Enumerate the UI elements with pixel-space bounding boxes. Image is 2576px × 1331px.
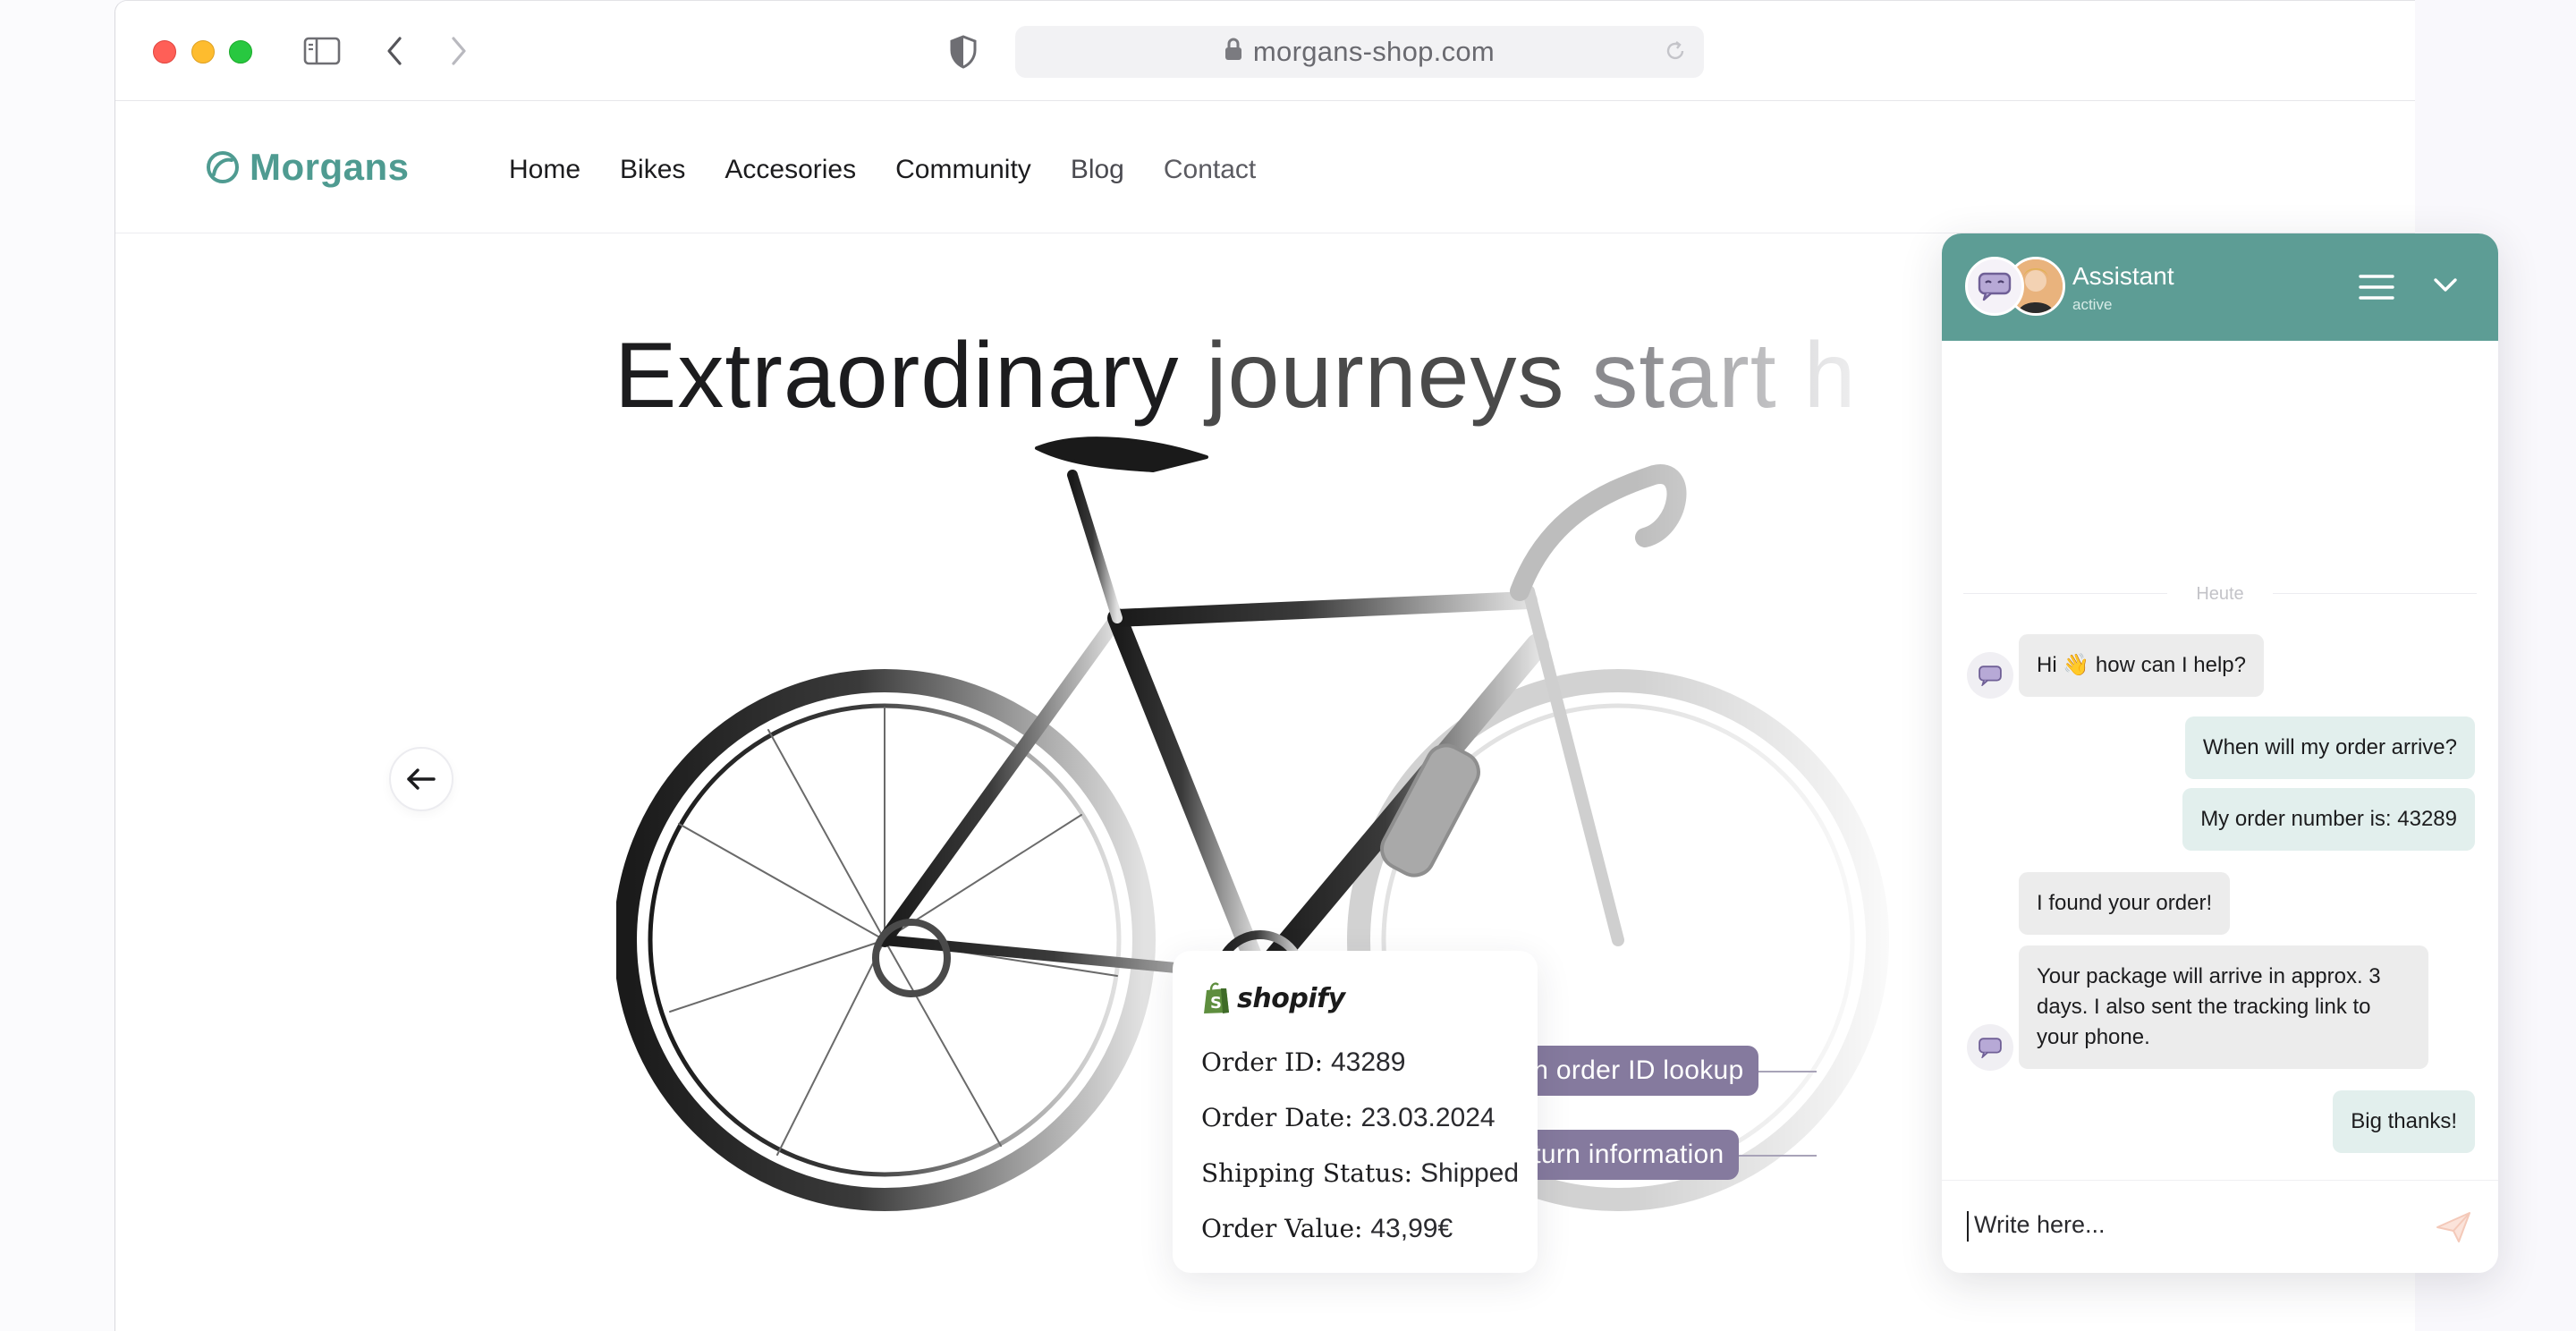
nav-community[interactable]: Community: [895, 155, 1031, 185]
order-id-label: Order ID:: [1201, 1047, 1324, 1077]
chat-bot-icon: [1979, 1038, 2002, 1058]
browser-window: morgans-shop.com Morgans Home Bikes Acce…: [114, 0, 2498, 1331]
carousel-prev-button[interactable]: [389, 747, 453, 811]
chevron-right-icon[interactable]: [448, 31, 470, 71]
svg-text:S: S: [1210, 994, 1222, 1013]
chat-input[interactable]: Write here...: [1974, 1211, 2106, 1239]
hero-word-2: journeys: [1206, 324, 1565, 428]
order-date-label: Order Date:: [1201, 1103, 1353, 1132]
chat-message-bot: Hi 👋 how can I help?: [2019, 634, 2264, 697]
shipping-status-row: Shipping Status: Shipped: [1201, 1146, 1519, 1201]
logo-text: Morgans: [250, 146, 410, 188]
screen: morgans-shop.com Morgans Home Bikes Acce…: [0, 0, 2576, 1331]
nav-home[interactable]: Home: [509, 155, 580, 185]
shipping-status-value: Shipped: [1419, 1158, 1520, 1188]
url-text: morgans-shop.com: [1252, 36, 1496, 67]
arrow-left-icon: [407, 768, 436, 790]
chat-bot-icon: [1979, 666, 2002, 686]
chat-message-user: My order number is: 43289: [2182, 788, 2475, 851]
chat-header: Assistant active: [1942, 233, 2498, 341]
bot-avatar-small: [1967, 1024, 2013, 1071]
chat-bot-icon: [1978, 272, 2012, 301]
site-logo[interactable]: Morgans: [205, 146, 410, 189]
order-id-row: Order ID: 43289: [1201, 1035, 1509, 1090]
order-id-value: 43289: [1330, 1047, 1406, 1077]
chat-message-user: When will my order arrive?: [2184, 716, 2475, 779]
chevron-down-icon[interactable]: [2432, 276, 2459, 299]
browser-toolbar: morgans-shop.com: [115, 1, 2415, 101]
nav-blog[interactable]: Blog: [1071, 155, 1124, 185]
chat-message-user: Big thanks!: [2333, 1090, 2475, 1153]
main-nav: Home Bikes Accesories Community Blog Con…: [509, 155, 1295, 185]
day-label: Heute: [2196, 584, 2244, 604]
shopify-bag-icon: S: [1204, 982, 1229, 1013]
site-header: Morgans Home Bikes Accesories Community …: [115, 101, 2415, 233]
address-bar[interactable]: morgans-shop.com: [1015, 26, 1704, 78]
nav-contact[interactable]: Contact: [1164, 155, 1256, 185]
close-window-button[interactable]: [153, 40, 176, 64]
hero-word-1: Extraordinary: [614, 324, 1180, 428]
minimize-window-button[interactable]: [191, 40, 215, 64]
order-value-row: Order Value: 43,99€: [1201, 1201, 1509, 1257]
chat-message-bot: I found your order!: [2019, 872, 2231, 935]
sidebar-icon[interactable]: [303, 31, 341, 71]
order-value-label: Order Value:: [1201, 1214, 1363, 1243]
chat-widget: Assistant active Heute Hi 👋 how can I he…: [1942, 233, 2498, 1273]
logo-mark-icon: [207, 151, 239, 183]
chat-title: Assistant: [2072, 262, 2174, 290]
day-separator: Heute: [1963, 584, 2477, 604]
nav-accesories[interactable]: Accesories: [724, 155, 856, 185]
hamburger-icon[interactable]: [2359, 273, 2394, 306]
order-value-amount: 43,99€: [1370, 1214, 1453, 1243]
shipping-status-label: Shipping Status:: [1201, 1158, 1413, 1188]
order-date-row: Order Date: 23.03.2024: [1201, 1090, 1509, 1146]
reload-icon[interactable]: [1663, 38, 1688, 71]
order-date-value: 23.03.2024: [1360, 1103, 1496, 1132]
shield-icon[interactable]: [949, 35, 978, 73]
maximize-window-button[interactable]: [229, 40, 252, 64]
chevron-left-icon[interactable]: [384, 31, 405, 71]
chat-status: active: [2072, 296, 2113, 313]
bot-avatar-small: [1967, 652, 2013, 699]
shopify-brand: S shopify: [1201, 981, 1509, 1015]
send-icon[interactable]: [2434, 1209, 2473, 1250]
chat-input-bar: Write here...: [1942, 1180, 2498, 1273]
text-caret: [1967, 1211, 1969, 1242]
bot-avatar: [1965, 257, 2024, 316]
nav-bikes[interactable]: Bikes: [620, 155, 685, 185]
chat-message-bot: Your package will arrive in approx. 3 da…: [2019, 945, 2428, 1069]
shopify-wordmark: shopify: [1237, 982, 1345, 1014]
shopify-order-card: S shopify Order ID: 43289 Order Date: 23…: [1173, 951, 1538, 1273]
lock-icon: [1224, 36, 1242, 68]
